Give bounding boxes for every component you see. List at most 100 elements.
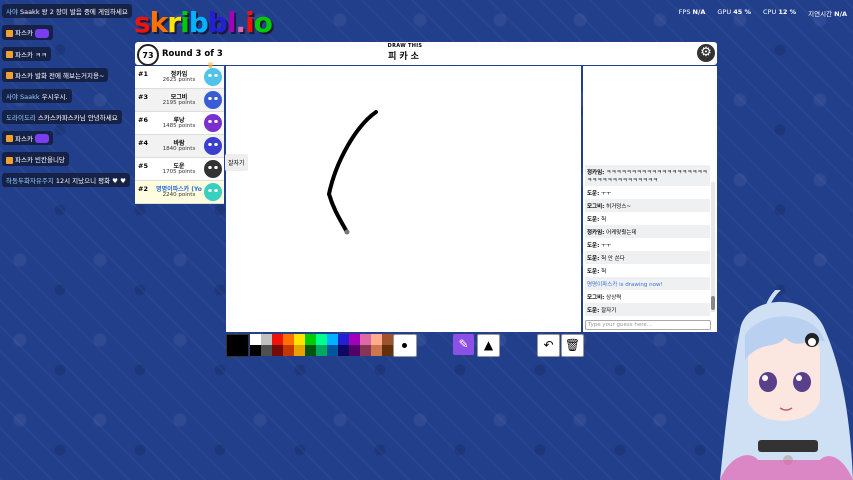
color-swatch[interactable]	[272, 345, 283, 356]
color-swatch[interactable]	[250, 334, 261, 345]
stream-chat-text: 파스카	[15, 29, 33, 37]
chat-message: 도운: ㅜㅜ	[585, 238, 710, 251]
stream-chat-overlay: 사야 Saakk 왕 2 장미 발음 중에 게임하세요 파스카 파스카 ㅋㅋ 파스카 발…	[2, 4, 134, 194]
bucket-icon[interactable]: ▲	[477, 334, 500, 357]
player-avatar	[204, 137, 222, 155]
color-swatch[interactable]	[294, 345, 305, 356]
color-swatch[interactable]	[327, 334, 338, 345]
stream-chat-row: 하동두화자유주지 12시 지났으니 평화 ♥ ♥	[2, 173, 134, 194]
stream-chat-nick: 도라이도리	[6, 113, 36, 122]
emote-icon	[34, 134, 49, 143]
chat-text: ㅜㅜ	[601, 190, 612, 197]
player-list: #1 정카임 2625 points ♛ #3 모그비 2195 points #6 루낭 148…	[135, 61, 224, 204]
stream-chat-message: 파스카 발화 전에 해보는거지용~	[2, 67, 109, 82]
color-swatch[interactable]	[283, 345, 294, 356]
crown-icon: ♛	[206, 61, 214, 70]
stream-chat-text: 12시 지났으니 평화 ♥ ♥	[55, 177, 126, 185]
color-swatch[interactable]	[338, 334, 349, 345]
canvas-guess-label: 잘자기	[225, 154, 248, 171]
stream-chat-row: 사야 Saakk 왕 2 장미 발음 중에 게임하세요	[2, 4, 134, 25]
pencil-icon[interactable]: ✎	[453, 334, 474, 355]
color-swatch[interactable]	[371, 345, 382, 356]
chat-author: 도운:	[587, 307, 600, 314]
stream-chat-message: 파스카 ㅋㅋ	[2, 46, 51, 61]
game-header: 73 Round 3 of 3 DRAW THIS 피카소 ⚙	[135, 42, 717, 66]
stream-chat-row: 파스카 빈칸을니당	[2, 152, 134, 173]
stream-chat-message: 파스카 빈칸을니당	[2, 152, 69, 166]
player-card[interactable]: #3 모그비 2195 points	[135, 89, 224, 112]
chat-message: 도운: 헉 안 쓴다	[585, 251, 710, 264]
chat-author: 정카임:	[587, 229, 605, 236]
settings-gear-icon[interactable]: ⚙	[697, 44, 715, 62]
player-card[interactable]: #4 바람 1840 points	[135, 135, 224, 158]
stream-chat-text: 우시우시.	[41, 92, 68, 101]
color-swatch[interactable]	[360, 334, 371, 345]
guess-input[interactable]: Type your guess here...	[585, 320, 711, 330]
player-card[interactable]: #6 루낭 1485 points	[135, 112, 224, 135]
player-card[interactable]: #5 도운 1705 points	[135, 158, 224, 181]
color-swatch[interactable]	[261, 334, 272, 345]
cpu-stat: CPU 12 %	[763, 8, 797, 16]
trash-icon[interactable]: 🗑	[561, 334, 584, 357]
stream-chat-message: 파스카	[2, 25, 53, 40]
color-swatch[interactable]	[305, 334, 316, 345]
stream-chat-nick: 사야 Saakk	[6, 92, 40, 101]
logo-text: skribbl.io	[134, 6, 273, 39]
color-swatch[interactable]	[371, 334, 382, 345]
color-swatch[interactable]	[338, 345, 349, 356]
color-swatch[interactable]	[250, 345, 261, 356]
word-display: DRAW THIS 피카소	[375, 43, 435, 62]
player-points: 1840 points	[162, 146, 196, 152]
color-swatch[interactable]	[349, 345, 360, 356]
color-swatch[interactable]	[382, 334, 393, 345]
color-swatches	[250, 334, 393, 357]
chat-message: 정카임: 어케맞췄는데	[585, 225, 710, 238]
drawing-canvas[interactable]: 잘자기	[225, 66, 581, 332]
color-palette	[226, 334, 393, 357]
stream-chat-text: Saakk 왕 2 장미 발음 중에 게임하세요	[19, 8, 128, 16]
stream-chat-row: 파스카 ㅋㅋ	[2, 46, 134, 68]
player-avatar	[204, 68, 222, 86]
drawing-toolbar: ✎ ▲ ↶ 🗑	[226, 334, 584, 357]
color-swatch[interactable]	[327, 345, 338, 356]
chat-text: 헉	[601, 268, 607, 275]
emote-icon	[34, 28, 49, 38]
subscriber-badge-icon	[6, 29, 13, 37]
chat-message: 도운: 헉	[585, 212, 710, 225]
player-points: 1705 points	[162, 169, 196, 175]
stream-chat-row: 사야 Saakk 우시우시.	[2, 88, 134, 110]
color-swatch[interactable]	[305, 345, 316, 356]
color-swatch[interactable]	[316, 345, 327, 356]
color-swatch[interactable]	[294, 334, 305, 345]
brush-size-button[interactable]	[393, 334, 417, 357]
player-avatar	[204, 91, 222, 109]
chat-message: 도운: 헉	[585, 264, 710, 277]
player-avatar	[204, 160, 222, 178]
player-card[interactable]: #1 정카임 2625 points ♛	[135, 61, 224, 89]
chat-author: 도운:	[587, 255, 600, 262]
chat-text: 허거덩스~	[606, 203, 631, 210]
color-swatch[interactable]	[283, 334, 294, 345]
undo-icon[interactable]: ↶	[537, 334, 560, 357]
game-chat: 정카임: ㅋㅋㅋㅋㅋㅋㅋㅋㅋㅋㅋㅋㅋㅋㅋㅋㅋㅋㅋㅋㅋㅋㅋㅋㅋㅋㅋㅋㅋㅋㅋㅋㅋㅋ 도…	[583, 66, 717, 332]
color-swatch[interactable]	[261, 345, 272, 356]
fps-stat: FPS N/A	[678, 8, 706, 16]
stream-chat-text: 파스카	[15, 134, 33, 143]
chat-text: ㅋㅋㅋㅋㅋㅋㅋㅋㅋㅋㅋㅋㅋㅋㅋㅋㅋㅋㅋㅋㅋㅋㅋㅋㅋㅋㅋㅋㅋㅋㅋㅋㅋㅋ	[587, 169, 708, 184]
color-swatch[interactable]	[349, 334, 360, 345]
player-card[interactable]: #2 명명이파스카 (Yo 2240 points	[135, 181, 224, 204]
color-swatch[interactable]	[360, 345, 371, 356]
color-swatch[interactable]	[272, 334, 283, 345]
player-points: 1485 points	[162, 123, 196, 129]
player-avatar	[204, 114, 222, 132]
subscriber-badge-icon	[6, 156, 13, 164]
round-indicator: Round 3 of 3	[162, 49, 223, 59]
player-rank: #6	[138, 116, 148, 124]
player-rank: #5	[138, 162, 148, 170]
color-swatch[interactable]	[316, 334, 327, 345]
vtuber-avatar	[720, 290, 853, 480]
stream-chat-row: 파스카	[2, 130, 134, 153]
timer-clock: 73	[137, 44, 159, 66]
color-swatch[interactable]	[382, 345, 393, 356]
current-word: 피카소	[388, 52, 422, 62]
